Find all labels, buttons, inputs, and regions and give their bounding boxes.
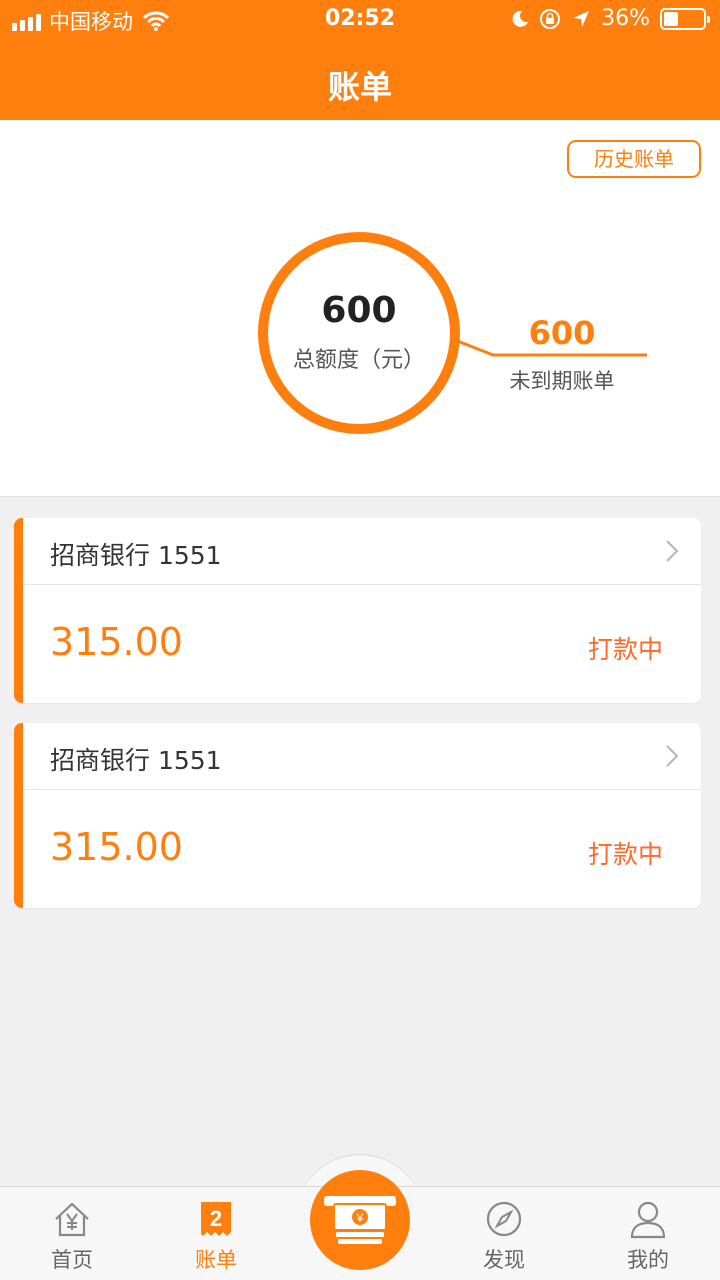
pending-label: 未到期账单 xyxy=(509,369,615,393)
bill-status: 打款中 xyxy=(587,635,663,664)
bank-name: 招商银行 1551 xyxy=(50,541,222,570)
tab-home-label: 首页 xyxy=(51,1248,93,1272)
cash-center-icon: ¥ xyxy=(324,1196,396,1244)
compass-icon xyxy=(486,1201,522,1237)
battery-percent: 36% xyxy=(601,6,650,31)
bill-card-header[interactable]: 招商银行 1551 xyxy=(23,723,701,790)
battery-fill xyxy=(664,11,678,26)
total-credit-ring: 600 总额度（元） xyxy=(258,232,460,434)
status-right: 36% xyxy=(511,6,710,31)
tab-home[interactable]: 首页 xyxy=(12,1187,132,1280)
tab-discover[interactable]: 发现 xyxy=(444,1187,564,1280)
page-title: 账单 xyxy=(327,68,392,106)
total-label: 总额度（元） xyxy=(292,348,425,373)
history-bill-button[interactable]: 历史账单 xyxy=(567,140,701,178)
top-bar: 中国移动 02:52 36% 账单 xyxy=(0,0,720,120)
tab-bill-label: 账单 xyxy=(195,1248,237,1272)
tab-discover-label: 发现 xyxy=(483,1248,525,1272)
bill-icon: 2 xyxy=(201,1202,231,1236)
status-bar: 中国移动 02:52 36% xyxy=(0,0,720,40)
bill-card[interactable]: 招商银行 1551 315.00 打款中 xyxy=(14,723,701,908)
bill-card-header[interactable]: 招商银行 1551 xyxy=(23,518,701,585)
center-cash-button[interactable]: ¥ xyxy=(310,1170,410,1270)
tab-bill[interactable]: 2 账单 xyxy=(156,1187,276,1280)
svg-text:¥: ¥ xyxy=(356,1211,364,1225)
battery-icon xyxy=(660,7,710,30)
tab-mine-label: 我的 xyxy=(627,1248,669,1272)
bill-amount: 315.00 xyxy=(50,825,183,869)
bill-badge: 2 xyxy=(210,1206,222,1231)
bill-amount: 315.00 xyxy=(50,620,183,664)
chevron-right-icon[interactable] xyxy=(659,743,685,769)
tab-mine[interactable]: 我的 xyxy=(588,1187,708,1280)
total-amount: 600 xyxy=(321,290,397,331)
bill-status: 打款中 xyxy=(587,840,663,869)
location-icon xyxy=(573,10,590,27)
bank-name: 招商银行 1551 xyxy=(50,746,222,775)
rotation-lock-icon xyxy=(540,8,561,29)
moon-icon xyxy=(512,10,529,27)
home-yen-icon xyxy=(55,1202,89,1237)
bill-card[interactable]: 招商银行 1551 315.00 打款中 xyxy=(14,518,701,703)
user-icon xyxy=(630,1201,666,1239)
summary-panel: 历史账单 600 总额度（元） 600 未到期账单 xyxy=(0,120,720,497)
chevron-right-icon[interactable] xyxy=(659,538,685,564)
pending-amount: 600 xyxy=(528,314,596,352)
